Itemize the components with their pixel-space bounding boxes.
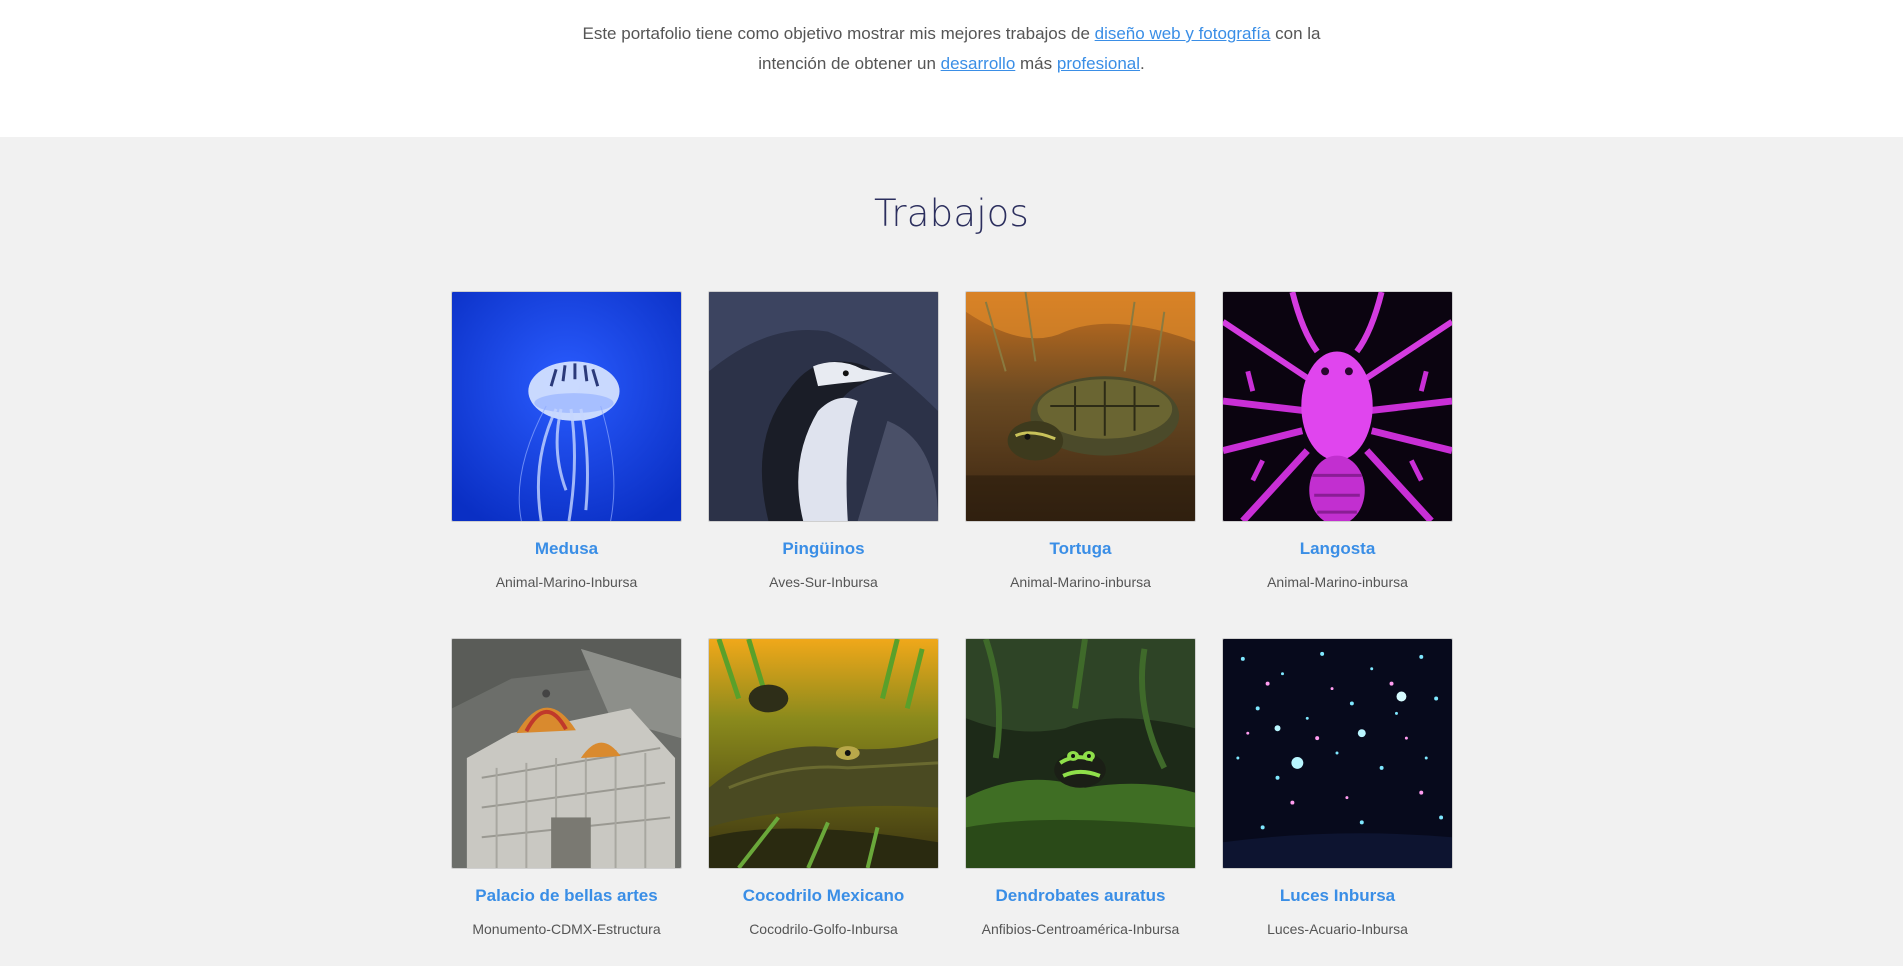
- work-title[interactable]: Pingüinos: [708, 538, 939, 560]
- work-card: Luces Inbursa Luces-Acuario-Inbursa: [1222, 638, 1453, 938]
- intro-text: .: [1140, 54, 1145, 73]
- intro-section: Este portafolio tiene como objetivo most…: [0, 0, 1903, 137]
- work-card: Dendrobates auratus Anfibios-Centroaméri…: [965, 638, 1196, 938]
- work-title[interactable]: Dendrobates auratus: [965, 885, 1196, 907]
- jellyfish-photo[interactable]: [451, 291, 682, 522]
- frog-photo[interactable]: [965, 638, 1196, 869]
- work-subtitle: Cocodrilo-Golfo-Inbursa: [749, 921, 898, 937]
- works-section: Trabajos Medusa Animal-Marino-Inbursa Pi…: [0, 137, 1903, 966]
- work-title[interactable]: Langosta: [1222, 538, 1453, 560]
- frog-image: [966, 639, 1195, 868]
- work-subtitle: Animal-Marino-inbursa: [1010, 574, 1151, 590]
- work-card: Palacio de bellas artes Monumento-CDMX-E…: [451, 638, 682, 938]
- work-title[interactable]: Palacio de bellas artes: [451, 885, 682, 907]
- lobster-photo[interactable]: [1222, 291, 1453, 522]
- work-title[interactable]: Tortuga: [965, 538, 1196, 560]
- work-subtitle: Animal-Marino-Inbursa: [495, 574, 638, 590]
- work-subtitle: Monumento-CDMX-Estructura: [472, 921, 661, 937]
- work-subtitle: Animal-Marino-inbursa: [1267, 574, 1408, 590]
- link-desarrollo[interactable]: desarrollo: [941, 54, 1016, 73]
- turtle-image: [966, 292, 1195, 521]
- lobster-image: [1223, 292, 1452, 521]
- work-card: Langosta Animal-Marino-inbursa: [1222, 291, 1453, 591]
- work-title[interactable]: Luces Inbursa: [1222, 885, 1453, 907]
- penguin-photo[interactable]: [708, 291, 939, 522]
- lights-image: [1223, 639, 1452, 868]
- work-card: Pingüinos Aves-Sur-Inbursa: [708, 291, 939, 591]
- intro-text: Este portafolio tiene como objetivo most…: [582, 24, 1095, 43]
- palace-photo[interactable]: [451, 638, 682, 869]
- palace-image: [452, 639, 681, 868]
- works-title: Trabajos: [873, 192, 1029, 235]
- link-diseno-web[interactable]: diseño web y fotografía: [1095, 24, 1271, 43]
- works-grid: Medusa Animal-Marino-Inbursa Pingüinos A…: [451, 291, 1454, 938]
- crocodile-image: [709, 639, 938, 868]
- work-card: Cocodrilo Mexicano Cocodrilo-Golfo-Inbur…: [708, 638, 939, 938]
- work-title[interactable]: Medusa: [451, 538, 682, 560]
- work-card: Tortuga Animal-Marino-inbursa: [965, 291, 1196, 591]
- intro-paragraph: Este portafolio tiene como objetivo most…: [552, 19, 1352, 79]
- crocodile-photo[interactable]: [708, 638, 939, 869]
- work-title[interactable]: Cocodrilo Mexicano: [708, 885, 939, 907]
- penguin-image: [709, 292, 938, 521]
- work-card: Medusa Animal-Marino-Inbursa: [451, 291, 682, 591]
- link-profesional[interactable]: profesional: [1057, 54, 1140, 73]
- intro-text: más: [1015, 54, 1057, 73]
- turtle-photo[interactable]: [965, 291, 1196, 522]
- lights-photo[interactable]: [1222, 638, 1453, 869]
- jellyfish-image: [452, 292, 681, 521]
- work-subtitle: Luces-Acuario-Inbursa: [1267, 921, 1408, 937]
- work-subtitle: Aves-Sur-Inbursa: [769, 574, 878, 590]
- work-subtitle: Anfibios-Centroamérica-Inbursa: [981, 921, 1180, 937]
